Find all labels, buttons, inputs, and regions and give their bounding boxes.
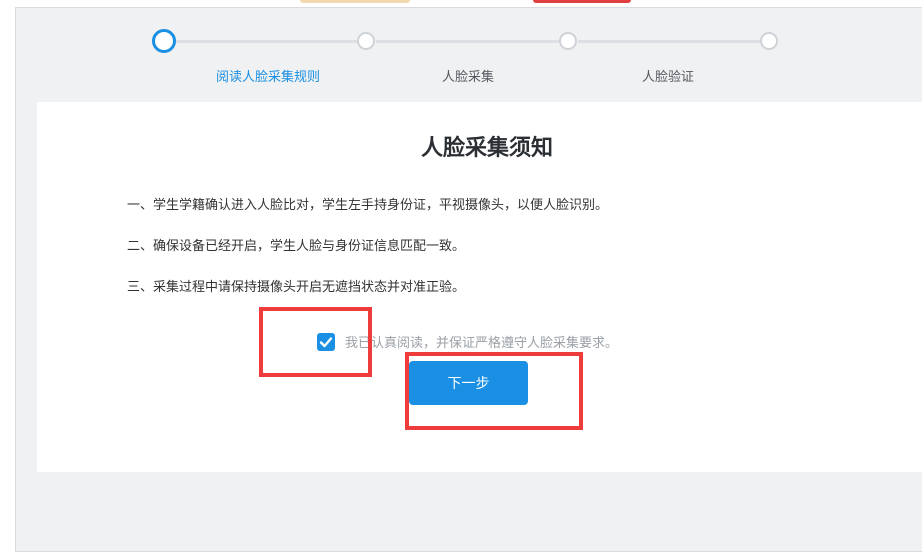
- checkmark-icon: [319, 336, 333, 347]
- step-connector: [578, 40, 768, 43]
- agreement-row: 我已认真阅读，并保证严格遵守人脸采集要求。: [317, 332, 618, 351]
- top-tab-left: [300, 0, 410, 3]
- step-4-indicator: [760, 32, 778, 50]
- step-1-indicator: [152, 29, 176, 53]
- step-3-indicator: [559, 32, 577, 50]
- step-connector: [376, 40, 566, 43]
- step-connector: [176, 40, 366, 43]
- rule-item-1: 一、学生学籍确认进入人脸比对，学生左手持身份证，平视摄像头，以便人脸识别。: [127, 198, 609, 213]
- rule-item-3: 三、采集过程中请保持摄像头开启无遮挡状态并对准正验。: [127, 280, 466, 295]
- agreement-checkbox[interactable]: [317, 332, 335, 351]
- agreement-text: 我已认真阅读，并保证严格遵守人脸采集要求。: [345, 336, 619, 351]
- step-label-read-rules: 阅读人脸采集规则: [215, 70, 321, 85]
- notice-title: 人脸采集须知: [420, 136, 553, 161]
- notice-panel: 人脸采集须知 一、学生学籍确认进入人脸比对，学生左手持身份证，平视摄像头，以便人…: [37, 102, 922, 472]
- next-step-button[interactable]: 下一步: [409, 361, 528, 405]
- rule-item-2: 二、确保设备已经开启，学生人脸与身份证信息匹配一致。: [127, 239, 466, 254]
- progress-stepper: 阅读人脸采集规则 人脸采集 人脸验证: [16, 8, 922, 103]
- step-label-face-capture: 人脸采集: [441, 70, 495, 85]
- step-2-indicator: [357, 32, 375, 50]
- top-tab-right: [533, 0, 631, 3]
- step-label-face-verify: 人脸验证: [641, 70, 695, 85]
- collection-frame: 阅读人脸采集规则 人脸采集 人脸验证 人脸采集须知 一、学生学籍确认进入人脸比对…: [15, 7, 922, 552]
